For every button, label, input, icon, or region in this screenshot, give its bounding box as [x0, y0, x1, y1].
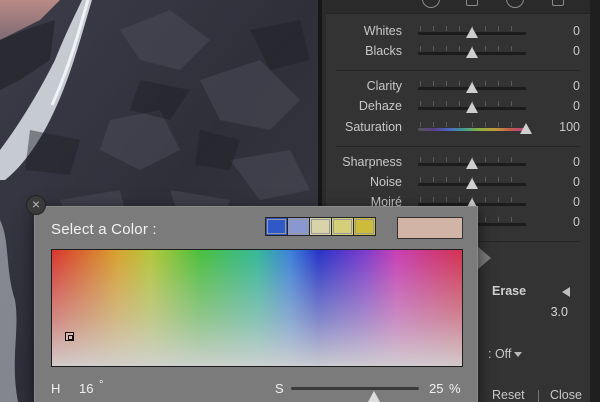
popup-pointer — [477, 246, 491, 270]
tool-ring-icon[interactable] — [506, 0, 524, 8]
slider-thumb[interactable] — [466, 158, 478, 169]
slider-thumb[interactable] — [466, 178, 478, 189]
adjustment-value[interactable]: 0 — [573, 99, 580, 113]
slider-thumb[interactable] — [466, 27, 478, 38]
hue-unit: ° — [99, 379, 104, 391]
hue-label: H — [51, 381, 61, 396]
adjustment-row: Saturation 100 — [326, 118, 590, 138]
chevron-down-icon — [514, 352, 523, 358]
saturation-fade — [52, 250, 462, 366]
adjustment-value[interactable]: 0 — [573, 24, 580, 38]
reset-button[interactable]: Reset — [492, 388, 525, 402]
color-picker-popup: Select a Color : H 16 ° S 25 % — [34, 206, 478, 402]
hue-value[interactable]: 16 — [79, 381, 93, 396]
color-picker-title: Select a Color : — [51, 221, 157, 238]
adjustment-label: Noise — [370, 175, 402, 189]
color-spectrum[interactable] — [51, 249, 463, 367]
adjustment-value[interactable]: 0 — [573, 79, 580, 93]
hs-controls: H 16 ° S 25 % — [51, 379, 463, 402]
slider-thumb[interactable] — [466, 82, 478, 93]
adjustment-label: Sharpness — [342, 155, 402, 169]
panel-scroll-edge — [590, 0, 600, 402]
adjustment-label: Whites — [363, 24, 402, 38]
color-swatches — [265, 217, 376, 236]
adjustment-value[interactable]: 100 — [559, 120, 580, 134]
color-swatch[interactable] — [287, 217, 310, 236]
auto-mask-value: : Off — [488, 347, 512, 361]
section-divider — [336, 70, 580, 71]
slider-thumb[interactable] — [466, 47, 478, 58]
adjustment-label: Saturation — [345, 120, 402, 134]
slider-ticks — [420, 122, 524, 127]
brush-size-value[interactable]: 3.0 — [551, 305, 568, 319]
adjustment-row: Dehaze 0 — [326, 97, 590, 117]
selected-color-swatch — [397, 217, 463, 239]
adjustment-row: Blacks 0 — [326, 42, 590, 62]
tool-box-icon[interactable] — [552, 0, 564, 6]
color-swatch[interactable] — [353, 217, 376, 236]
adjustment-label: Dehaze — [358, 99, 402, 113]
saturation-unit: % — [449, 381, 461, 396]
adjustment-value[interactable]: 0 — [573, 215, 580, 229]
adjustment-value[interactable]: 0 — [573, 195, 580, 209]
saturation-value[interactable]: 25 — [429, 381, 443, 396]
tool-strip — [326, 0, 590, 14]
slider-thumb[interactable] — [466, 102, 478, 113]
erase-header[interactable]: Erase — [476, 282, 590, 302]
adjustment-slider[interactable] — [418, 128, 526, 131]
tool-circle-icon[interactable] — [422, 0, 440, 8]
slider-thumb[interactable] — [520, 123, 532, 134]
collapse-triangle-icon[interactable] — [562, 287, 570, 297]
adjustment-row: Clarity 0 — [326, 77, 590, 97]
color-picker-target-icon[interactable] — [65, 332, 74, 341]
button-separator — [538, 390, 539, 402]
adjustment-label: Clarity — [366, 79, 402, 93]
auto-mask-select[interactable]: : Off — [488, 347, 523, 361]
erase-label: Erase — [492, 284, 527, 298]
saturation-label: S — [275, 381, 284, 396]
tool-square-icon[interactable] — [466, 0, 478, 6]
section-divider — [336, 146, 580, 147]
adjustment-value[interactable]: 0 — [573, 175, 580, 189]
color-swatch[interactable] — [309, 217, 332, 236]
adjustment-label: Blacks — [365, 44, 402, 58]
adjustment-row: Sharpness 0 — [326, 153, 590, 173]
color-swatch[interactable] — [265, 217, 288, 236]
adjustment-row: Noise 0 — [326, 173, 590, 193]
adjustment-value[interactable]: 0 — [573, 44, 580, 58]
adjustment-value[interactable]: 0 — [573, 155, 580, 169]
saturation-slider[interactable] — [291, 387, 419, 402]
color-swatch[interactable] — [331, 217, 354, 236]
popup-close-button[interactable]: × — [26, 195, 46, 215]
saturation-slider-thumb[interactable] — [368, 391, 381, 402]
close-button[interactable]: Close — [550, 388, 582, 402]
adjustment-row: Whites 0 — [326, 22, 590, 42]
